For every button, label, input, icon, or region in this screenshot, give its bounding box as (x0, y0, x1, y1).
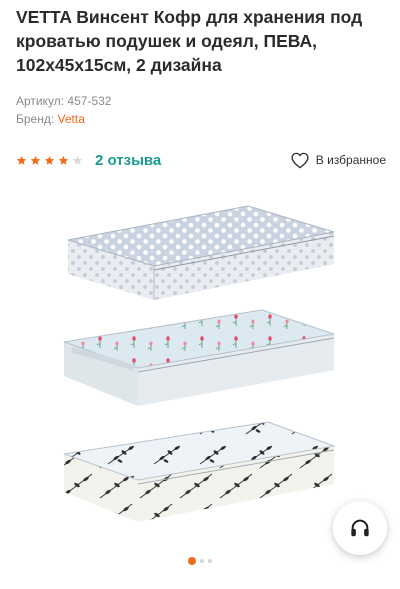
star-filled-icon (58, 155, 69, 165)
brand-link[interactable]: Vetta (58, 112, 85, 126)
favorites-label: В избранное (315, 153, 386, 167)
organizer-polka-image (67, 205, 335, 300)
star-empty-icon (72, 155, 83, 165)
article-value: 457-532 (67, 94, 112, 108)
product-title: VETTA Винсент Кофр для хранения под кров… (16, 7, 363, 75)
star-filled-icon (30, 155, 41, 165)
brand-label: Бренд: (16, 112, 55, 126)
headphones-icon (351, 519, 369, 537)
star-filled-icon (44, 155, 55, 165)
organizer-branch-image (63, 421, 336, 522)
rating-row: 2 отзыва В избранное (16, 149, 386, 171)
gallery-pagination (0, 557, 400, 565)
heart-outline-icon (291, 152, 309, 168)
reviews-link[interactable]: 2 отзыва (95, 152, 161, 169)
brand-line: Бренд: Vetta (16, 112, 85, 126)
gallery-dot[interactable] (208, 559, 212, 563)
article-label: Артикул: (16, 94, 65, 108)
article-line: Артикул: 457-532 (16, 94, 111, 108)
gallery-dot[interactable] (200, 559, 204, 563)
product-image[interactable] (58, 200, 342, 540)
rating-stars (16, 155, 83, 166)
gallery-dot[interactable] (188, 557, 196, 565)
star-filled-icon (16, 155, 27, 165)
support-chat-button[interactable] (333, 501, 387, 555)
organizer-tulip-image (63, 309, 335, 406)
add-to-favorites-button[interactable]: В избранное (291, 152, 386, 169)
